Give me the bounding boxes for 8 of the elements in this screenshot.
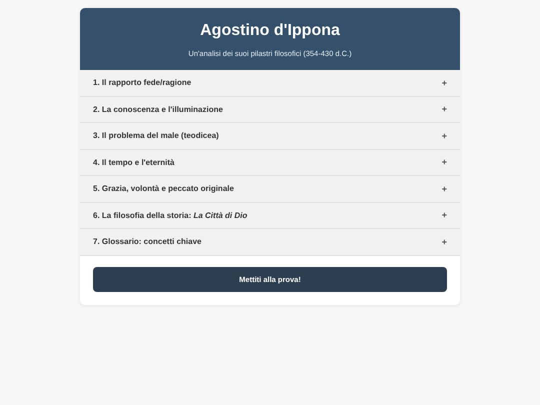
accordion-item[interactable]: 5. Grazia, volontà e peccato originale + <box>80 176 460 202</box>
page-title: Agostino d'Ippona <box>199 21 341 41</box>
accordion-item[interactable]: 3. Il problema del male (teodicea) + <box>80 123 460 150</box>
accordion-item[interactable]: 2. La conoscenza e l'illuminazione + <box>80 96 460 123</box>
accordion-item[interactable]: 6. La filosofia della storia: La Città di Dio + <box>80 202 460 229</box>
accordion-item[interactable]: 4. Il tempo e l'eternità + <box>80 150 460 176</box>
accordion-item[interactable]: 1. Il rapporto fede/ragione + <box>80 70 460 96</box>
accordion-item[interactable]: 7. Glossario: concetti chiave + <box>80 229 460 256</box>
